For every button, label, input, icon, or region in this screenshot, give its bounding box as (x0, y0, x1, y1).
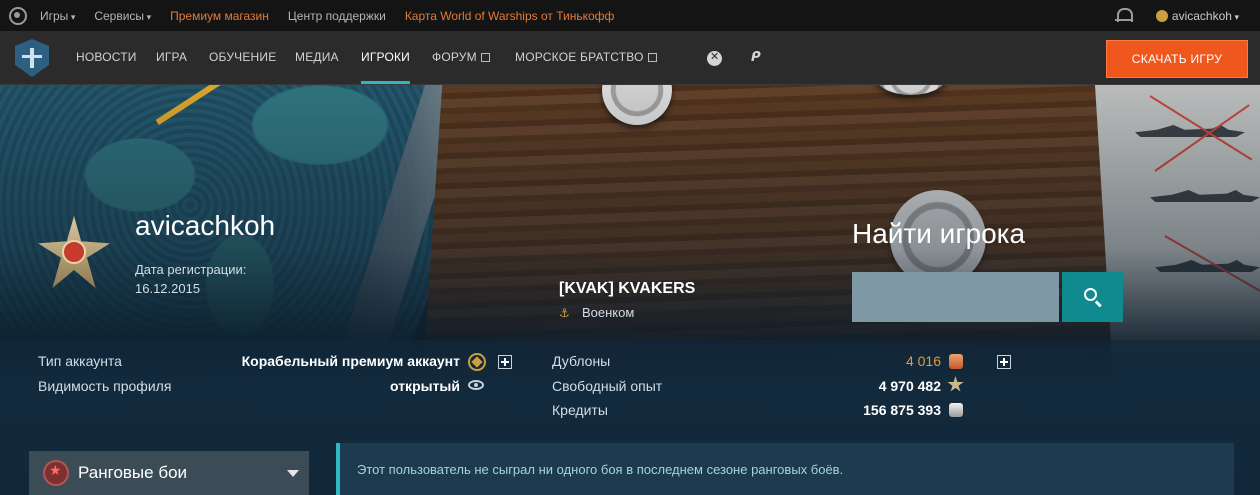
profile-hero: avicachkoh Дата регистрации: 16.12.2015 … (0, 85, 1260, 495)
account-type-value: Корабельный премиум аккаунт (241, 353, 460, 369)
wows-logo-icon[interactable] (15, 39, 49, 77)
page: Игры Сервисы Премиум магазин Центр подде… (0, 0, 1260, 495)
registration-label: Дата регистрации: (135, 262, 247, 277)
rank-emblem-icon (38, 216, 110, 288)
premium-shop-link[interactable]: Премиум магазин (170, 9, 269, 23)
ranked-notice: Этот пользователь не сыграл ни одного бо… (336, 443, 1234, 495)
player-nickname: avicachkoh (135, 210, 276, 241)
search-button[interactable] (1062, 272, 1123, 322)
profile-visibility-value: открытый (390, 378, 460, 394)
free-xp-label: Свободный опыт (552, 378, 663, 394)
profile-visibility-label: Видимость профиля (38, 378, 172, 394)
account-gear-icon (1155, 9, 1168, 22)
external-link-icon (647, 53, 657, 62)
xbox-icon[interactable] (707, 50, 722, 66)
find-player-title: Найти игрока (852, 218, 1026, 249)
ranked-star-icon (43, 460, 69, 486)
player-search-input[interactable] (852, 272, 1059, 322)
nav-game[interactable]: ИГРА (156, 31, 187, 84)
nav-forum[interactable]: ФОРУМ (432, 31, 490, 84)
ranked-battles-dropdown[interactable]: Ранговые бои (29, 451, 309, 495)
support-link[interactable]: Центр поддержки (288, 9, 386, 23)
account-type-label: Тип аккаунта (38, 353, 122, 369)
nav-forum-label: ФОРУМ (432, 50, 477, 64)
ranked-notice-text: Этот пользователь не сыграл ни одного бо… (357, 462, 844, 477)
doubloon-icon (949, 354, 963, 369)
username: avicachkoh (1172, 9, 1239, 23)
top-bar: Игры Сервисы Премиум магазин Центр подде… (0, 0, 1260, 31)
playstation-icon[interactable]: ᑭ (751, 50, 769, 66)
premium-anchor-icon (468, 353, 486, 371)
chevron-down-icon (287, 469, 299, 477)
nav-media[interactable]: МЕДИА (295, 31, 339, 84)
nav-brotherhood-label: МОРСКОЕ БРАТСТВО (515, 50, 644, 64)
credits-value: 156 875 393 (863, 402, 941, 418)
nav-news[interactable]: НОВОСТИ (76, 31, 137, 84)
search-icon (1084, 288, 1097, 301)
registration-date: 16.12.2015 (135, 281, 201, 296)
download-game-button[interactable]: СКАЧАТЬ ИГРУ (1106, 40, 1248, 78)
notifications-bell-icon[interactable] (1114, 7, 1133, 25)
add-premium-button[interactable] (498, 355, 512, 369)
ranked-battles-label: Ранговые бои (78, 463, 188, 482)
nav-brotherhood[interactable]: МОРСКОЕ БРАТСТВО (515, 31, 657, 84)
doubloons-label: Дублоны (552, 353, 611, 369)
doubloons-value: 4 016 (905, 353, 941, 369)
external-link-icon (480, 53, 490, 62)
eye-icon (468, 380, 484, 390)
wargaming-logo-icon[interactable] (9, 6, 27, 25)
games-menu[interactable]: Игры (40, 9, 75, 23)
credits-label: Кредиты (552, 402, 608, 418)
clan-name[interactable]: [KVAK] KVAKERS (559, 280, 695, 298)
nav-players[interactable]: ИГРОКИ (361, 31, 411, 84)
add-doubloons-button[interactable] (997, 355, 1011, 369)
clan-role-text: Военком (582, 305, 635, 320)
nav-learning[interactable]: ОБУЧЕНИЕ (209, 31, 276, 84)
clan-role: ⚓ Военком (559, 305, 634, 320)
anchor-icon: ⚓ (559, 306, 570, 320)
card-link[interactable]: Карта World of Warships от Тинькофф (405, 9, 615, 23)
free-xp-value: 4 970 482 (878, 378, 941, 394)
services-menu[interactable]: Сервисы (94, 9, 151, 23)
topbar-right: avicachkoh (1114, 0, 1260, 31)
user-menu[interactable]: avicachkoh (1155, 9, 1239, 23)
credits-icon (949, 403, 963, 417)
main-nav: НОВОСТИ ИГРА ОБУЧЕНИЕ МЕДИА ИГРОКИ ФОРУМ… (0, 31, 1260, 85)
